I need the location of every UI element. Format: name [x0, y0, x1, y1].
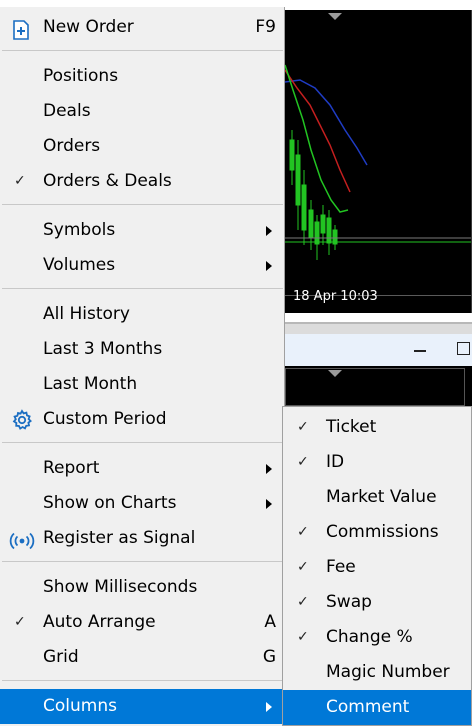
menu-item-positions[interactable]: Positions	[0, 59, 284, 94]
menu-item-volumes[interactable]: Volumes	[0, 248, 284, 283]
shortcut-label: G	[262, 647, 276, 667]
shortcut-label: F9	[255, 17, 276, 37]
column-item-market-value[interactable]: Market Value	[283, 480, 471, 515]
menu-item-show-on-charts[interactable]: Show on Charts	[0, 486, 284, 521]
check-icon: ✓	[297, 594, 309, 610]
menu-item-deals[interactable]: Deals	[0, 94, 284, 129]
column-item-label: Market Value	[326, 487, 437, 507]
column-item-label: Comment	[326, 697, 410, 717]
submenu-arrow-icon	[266, 261, 272, 271]
column-item-label: Fee	[326, 557, 356, 577]
column-item-fee[interactable]: ✓ Fee	[283, 550, 471, 585]
candles	[289, 130, 338, 260]
columns-submenu: ✓ Ticket ✓ ID Market Value ✓ Commissions…	[282, 406, 472, 726]
submenu-arrow-icon	[266, 499, 272, 509]
context-menu: New Order F9 Positions Deals Orders ✓ Or…	[0, 7, 285, 726]
new-order-icon	[12, 18, 30, 40]
menu-item-symbols[interactable]: Symbols	[0, 213, 284, 248]
menu-separator	[2, 204, 283, 205]
menu-item-columns[interactable]: Columns	[0, 689, 284, 724]
menu-item-label: Auto Arrange	[43, 612, 156, 632]
menu-item-label: Show Milliseconds	[43, 577, 198, 597]
menu-item-label: Last 3 Months	[43, 339, 163, 359]
menu-item-label: Show on Charts	[43, 493, 177, 513]
menu-item-label: New Order	[43, 17, 134, 37]
price-chart-top[interactable]: 18 Apr 10:03	[285, 10, 472, 313]
window-title-bar[interactable]	[285, 322, 472, 368]
ma-red-line	[285, 69, 351, 193]
menu-item-last-3-months[interactable]: Last 3 Months	[0, 332, 284, 367]
menu-item-label: Report	[43, 458, 100, 478]
menu-item-label: Grid	[43, 647, 79, 667]
menu-item-last-month[interactable]: Last Month	[0, 367, 284, 402]
menu-item-new-order[interactable]: New Order F9	[0, 10, 284, 45]
menu-item-label: Custom Period	[43, 409, 167, 429]
menu-item-orders[interactable]: Orders	[0, 129, 284, 164]
chart-time-label: 18 Apr 10:03	[293, 289, 378, 304]
menu-item-label: Volumes	[43, 255, 116, 275]
gear-icon	[11, 409, 32, 430]
menu-item-label: Positions	[43, 66, 119, 86]
check-icon: ✓	[14, 614, 26, 630]
menu-item-grid[interactable]: Grid G	[0, 640, 284, 675]
menu-item-label: All History	[43, 304, 130, 324]
check-icon: ✓	[297, 559, 309, 575]
column-item-label: Ticket	[326, 417, 377, 437]
menu-item-report[interactable]: Report	[0, 451, 284, 486]
column-item-change-percent[interactable]: ✓ Change %	[283, 620, 471, 655]
column-item-ticket[interactable]: ✓ Ticket	[283, 410, 471, 445]
menu-item-register-signal[interactable]: Register as Signal	[0, 521, 284, 556]
submenu-arrow-icon	[266, 702, 272, 712]
menu-separator	[2, 442, 283, 443]
submenu-arrow-icon	[266, 464, 272, 474]
column-item-label: Commissions	[326, 522, 439, 542]
column-item-id[interactable]: ✓ ID	[283, 445, 471, 480]
menu-item-custom-period[interactable]: Custom Period	[0, 402, 284, 437]
submenu-arrow-icon	[266, 226, 272, 236]
check-icon: ✓	[297, 419, 309, 435]
column-item-commissions[interactable]: ✓ Commissions	[283, 515, 471, 550]
menu-separator	[2, 50, 283, 51]
column-item-label: Change %	[326, 627, 413, 647]
menu-separator	[2, 288, 283, 289]
signal-broadcast-icon	[9, 529, 35, 550]
menu-item-label: Orders & Deals	[43, 171, 172, 191]
ma-blue-line	[285, 79, 368, 166]
column-item-label: ID	[326, 452, 345, 472]
column-item-label: Swap	[326, 592, 372, 612]
chart-plot	[285, 64, 472, 260]
menu-item-auto-arrange[interactable]: ✓ Auto Arrange A	[0, 605, 284, 640]
chart-frame	[285, 368, 465, 406]
column-item-magic-number[interactable]: Magic Number	[283, 655, 471, 690]
title-bar-inner	[285, 334, 472, 368]
minimize-button[interactable]	[412, 336, 428, 356]
column-item-comment[interactable]: Comment	[283, 690, 471, 725]
menu-item-label: Deals	[43, 101, 91, 121]
ma-green-line	[285, 64, 349, 213]
check-icon: ✓	[297, 524, 309, 540]
menu-item-label: Symbols	[43, 220, 116, 240]
shortcut-label: A	[264, 612, 276, 632]
menu-item-label: Last Month	[43, 374, 138, 394]
check-icon: ✓	[297, 629, 309, 645]
menu-item-label: Orders	[43, 136, 101, 156]
column-item-swap[interactable]: ✓ Swap	[283, 585, 471, 620]
menu-item-label: Columns	[43, 696, 117, 716]
chart-shift-marker-bottom	[328, 370, 342, 377]
menu-item-label: Register as Signal	[43, 528, 196, 548]
menu-item-all-history[interactable]: All History	[0, 297, 284, 332]
menu-separator	[2, 680, 283, 681]
column-item-label: Magic Number	[326, 662, 450, 682]
menu-item-show-milliseconds[interactable]: Show Milliseconds	[0, 570, 284, 605]
check-icon: ✓	[297, 454, 309, 470]
check-icon: ✓	[14, 173, 26, 189]
menu-item-orders-deals[interactable]: ✓ Orders & Deals	[0, 164, 284, 199]
menu-separator	[2, 561, 283, 562]
maximize-button[interactable]	[457, 342, 470, 355]
